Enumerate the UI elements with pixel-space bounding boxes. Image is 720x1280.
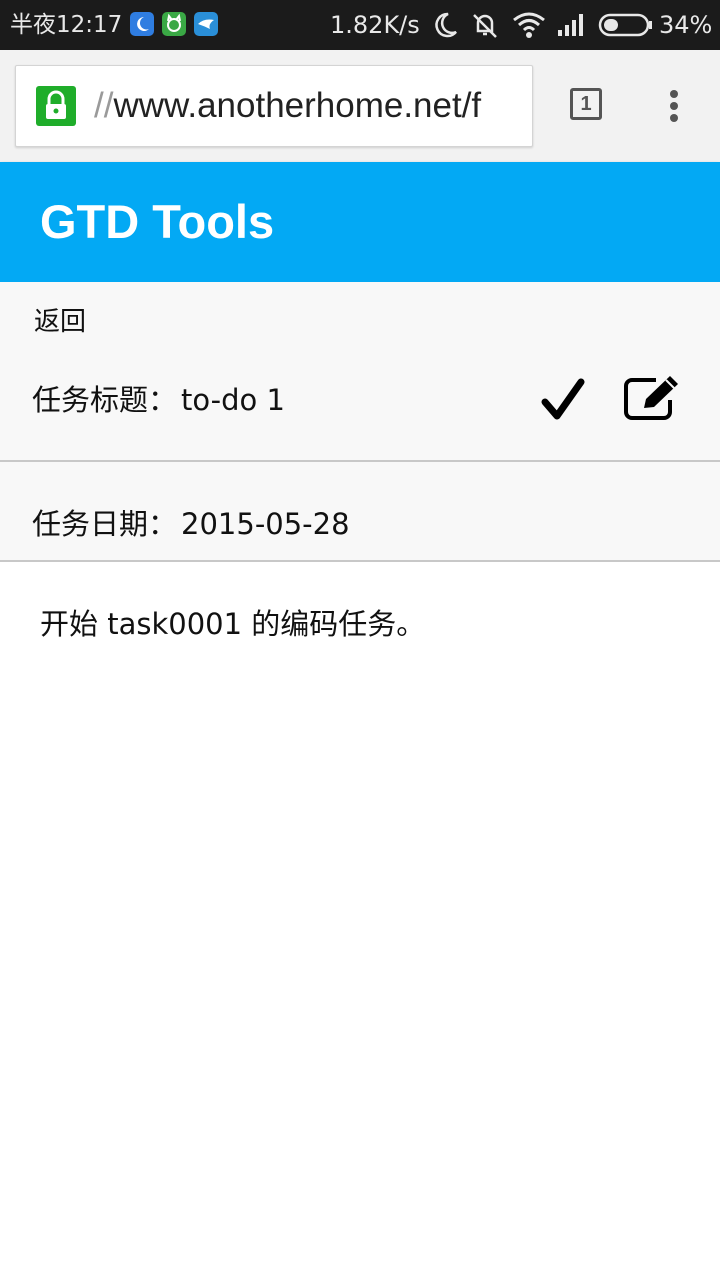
task-header: 返回 任务标题： to-do 1 [0,282,720,462]
mute-icon [470,10,500,44]
url-host: www.anotherhome.net/f [113,86,482,125]
battery-percent: 34% [659,11,713,39]
status-bar: 半夜12:17 1.82K/s 34% [0,0,720,50]
status-time: 半夜12:17 [10,12,123,38]
task-description: 开始 task0001 的编码任务。 [40,607,426,641]
battery-icon [598,10,654,44]
task-title-value: to-do 1 [181,383,285,417]
edit-icon[interactable] [622,374,682,424]
url-scheme: // [94,86,114,125]
url-text[interactable]: //www.anotherhome.net/f [94,84,514,128]
task-title-row: 任务标题： to-do 1 [32,380,285,420]
task-date-row: 任务日期： 2015-05-28 [32,504,350,544]
moon-app-icon [130,12,154,36]
url-bar[interactable]: //www.anotherhome.net/f [15,65,533,147]
overflow-menu-icon[interactable] [662,88,686,124]
back-link[interactable]: 返回 [34,304,86,340]
lock-icon [36,86,76,126]
network-speed: 1.82K/s [330,11,420,39]
app-title: GTD Tools [40,195,275,248]
task-date-value: 2015-05-28 [181,507,350,541]
task-date-label: 任务日期： [32,507,178,541]
wifi-icon [512,10,546,44]
tab-switcher-button[interactable]: 1 [570,88,602,120]
task-date-section: 任务日期： 2015-05-28 [0,462,720,562]
app-header: GTD Tools [0,162,720,282]
cat-app-icon [162,12,186,36]
browser-toolbar: //www.anotherhome.net/f 1 [0,50,720,162]
moon-icon [432,10,458,44]
signal-icon [556,10,588,44]
complete-check-icon[interactable] [540,374,586,424]
task-title-label: 任务标题： [32,383,178,417]
bird-app-icon [194,12,218,36]
